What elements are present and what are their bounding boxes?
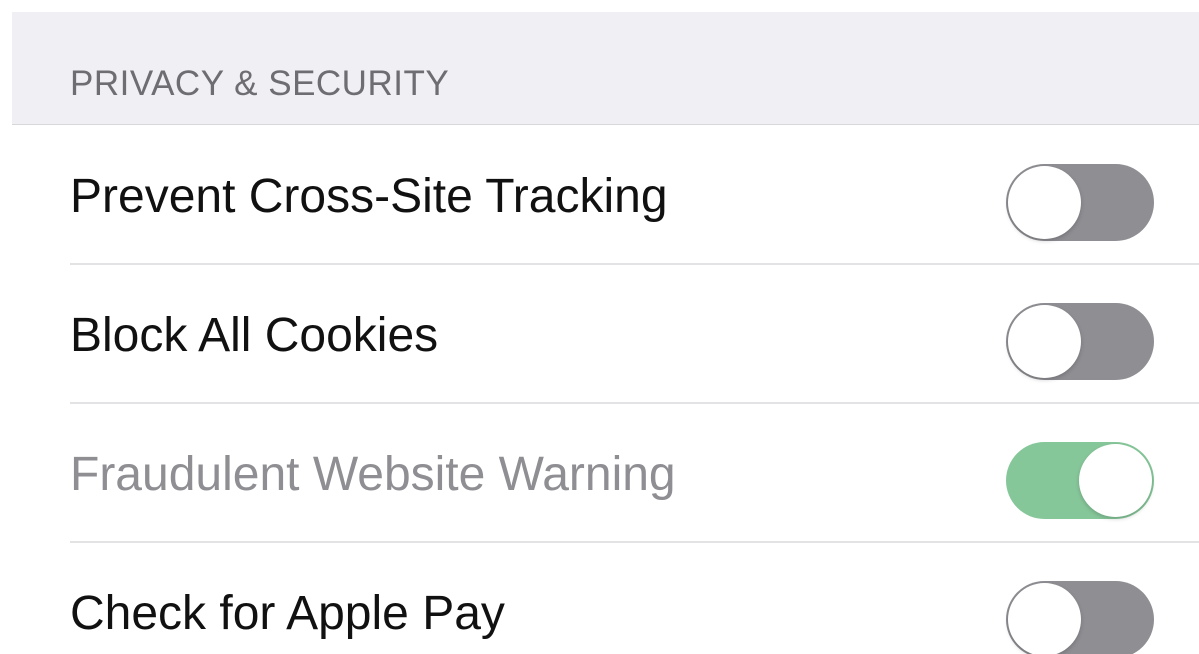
top-strip xyxy=(0,0,1199,12)
setting-row-check-for-apple-pay: Check for Apple Pay xyxy=(0,543,1199,654)
setting-label: Block All Cookies xyxy=(70,309,439,362)
settings-screen: PRIVACY & SECURITY Prevent Cross-Site Tr… xyxy=(0,0,1199,654)
section-header: PRIVACY & SECURITY xyxy=(12,12,1199,125)
toggle-knob xyxy=(1008,305,1081,378)
setting-row-prevent-cross-site-tracking: Prevent Cross-Site Tracking xyxy=(0,126,1199,265)
setting-row-fraudulent-website-warning: Fraudulent Website Warning xyxy=(0,404,1199,543)
settings-list: Prevent Cross-Site Tracking Block All Co… xyxy=(0,126,1199,654)
fraudulent-website-warning-toggle[interactable] xyxy=(1006,442,1154,519)
toggle-knob xyxy=(1008,583,1081,654)
toggle-knob xyxy=(1079,444,1152,517)
check-for-apple-pay-toggle[interactable] xyxy=(1006,581,1154,654)
prevent-cross-site-tracking-toggle[interactable] xyxy=(1006,164,1154,241)
setting-label: Check for Apple Pay xyxy=(70,587,505,640)
setting-label: Prevent Cross-Site Tracking xyxy=(70,170,668,223)
setting-label: Fraudulent Website Warning xyxy=(70,448,676,501)
setting-row-block-all-cookies: Block All Cookies xyxy=(0,265,1199,404)
toggle-knob xyxy=(1008,166,1081,239)
block-all-cookies-toggle[interactable] xyxy=(1006,303,1154,380)
section-header-title: PRIVACY & SECURITY xyxy=(70,64,450,103)
